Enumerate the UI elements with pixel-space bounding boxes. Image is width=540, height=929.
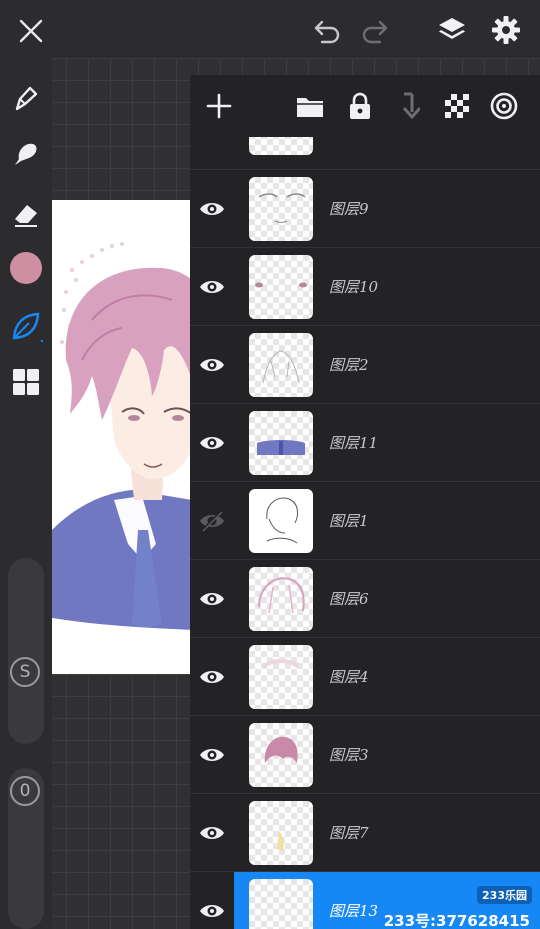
color-swatch[interactable] (10, 252, 42, 284)
layer-name: 图层9 (329, 200, 369, 218)
add-icon[interactable] (204, 91, 234, 121)
transparency-icon[interactable] (442, 91, 472, 121)
layer-name: 图层7 (329, 824, 369, 842)
size-label: S (10, 657, 40, 687)
eye-hidden-icon[interactable] (198, 507, 226, 535)
eraser-icon[interactable] (8, 196, 44, 232)
folder-icon[interactable] (295, 91, 325, 121)
eye-icon[interactable] (198, 585, 226, 613)
grid-icon[interactable] (8, 364, 44, 400)
layer-thumbnail (249, 411, 313, 475)
layer-row[interactable]: 图层4 (190, 637, 540, 715)
layer-row[interactable]: 图层2 (190, 325, 540, 403)
eye-icon[interactable] (198, 351, 226, 379)
eye-icon[interactable] (198, 195, 226, 223)
layer-name: 图层2 (329, 356, 369, 374)
layers-toolbar (190, 75, 540, 137)
layer-name: 图层1 (329, 512, 369, 530)
layers-panel: 图层9 图层10 图层2 图层11 图层1 图层6 图层4 图层3 图层7 图层… (190, 75, 540, 929)
watermark-badge: 233乐园 (477, 886, 532, 904)
layer-thumbnail (249, 137, 313, 155)
eye-icon[interactable] (198, 819, 226, 847)
layer-name: 图层13 (329, 902, 379, 920)
layer-row[interactable]: 图层6 (190, 559, 540, 637)
top-bar (0, 0, 540, 58)
artwork-canvas[interactable] (52, 200, 192, 674)
layer-thumbnail (249, 801, 313, 865)
layer-row[interactable]: 图层10 (190, 247, 540, 325)
brush-leaf-icon[interactable] (6, 306, 46, 346)
eye-icon[interactable] (198, 663, 226, 691)
layer-thumbnail (249, 333, 313, 397)
layer-row[interactable]: 图层11 (190, 403, 540, 481)
gear-icon[interactable] (488, 12, 524, 48)
layer-row[interactable]: 图层7 (190, 793, 540, 871)
layer-thumbnail (249, 645, 313, 709)
eye-icon[interactable] (198, 897, 226, 925)
layer-name: 图层4 (329, 668, 369, 686)
eye-icon[interactable] (198, 273, 226, 301)
layer-thumbnail (249, 177, 313, 241)
redo-icon[interactable] (358, 14, 392, 48)
left-toolbar: S 0 (0, 58, 52, 929)
layer-row-partial[interactable] (190, 137, 540, 161)
layer-name: 图层11 (329, 434, 379, 452)
pen-icon[interactable] (8, 80, 44, 116)
eye-icon[interactable] (198, 429, 226, 457)
layer-thumbnail (249, 255, 313, 319)
layer-row[interactable]: 图层9 (190, 169, 540, 247)
smudge-icon[interactable] (8, 136, 44, 172)
undo-icon[interactable] (310, 14, 344, 48)
layer-thumbnail (249, 489, 313, 553)
layer-row[interactable]: 图层3 (190, 715, 540, 793)
layer-row[interactable]: 图层1 (190, 481, 540, 559)
layer-row-selected[interactable]: 图层13 233乐园 233号:377628415 (190, 871, 540, 929)
merge-down-icon[interactable] (393, 91, 423, 121)
close-icon[interactable] (14, 14, 48, 48)
layer-name: 图层10 (329, 278, 379, 296)
layer-name: 图层3 (329, 746, 369, 764)
layer-thumbnail (249, 879, 313, 929)
opacity-label: 0 (10, 776, 40, 806)
blend-icon[interactable] (489, 91, 519, 121)
layer-thumbnail (249, 567, 313, 631)
size-slider[interactable] (8, 558, 44, 744)
lock-icon[interactable] (345, 91, 375, 121)
layer-list[interactable]: 图层9 图层10 图层2 图层11 图层1 图层6 图层4 图层3 图层7 图层… (190, 137, 540, 929)
layer-thumbnail (249, 723, 313, 787)
layer-name: 图层6 (329, 590, 369, 608)
layers-icon[interactable] (434, 12, 470, 48)
watermark-text: 233号:377628415 (383, 912, 530, 929)
eye-icon[interactable] (198, 741, 226, 769)
